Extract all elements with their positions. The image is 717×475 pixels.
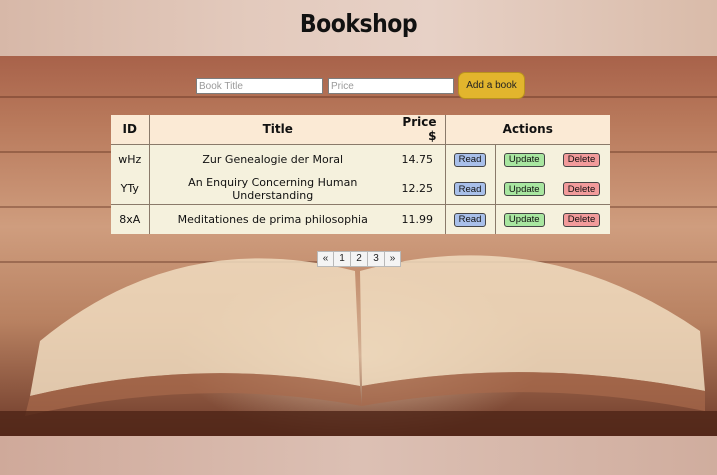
book-price: 12.25: [396, 174, 446, 204]
update-button[interactable]: Update: [503, 182, 545, 196]
footer-band: [0, 436, 717, 475]
delete-button[interactable]: Delete: [562, 212, 601, 227]
book-title-input[interactable]: [196, 78, 323, 94]
open-book-background-image: [0, 56, 717, 436]
books-table: ID Title Price $ Actions wHz Zur Genealo…: [111, 115, 610, 234]
column-header-actions: Actions: [445, 115, 610, 145]
pagination-next[interactable]: »: [384, 251, 401, 267]
pagination-prev[interactable]: «: [317, 251, 334, 267]
price-input[interactable]: [328, 78, 454, 94]
column-header-title: Title: [149, 115, 396, 145]
table-row: YTy An Enquiry Concerning Human Understa…: [111, 174, 610, 204]
table-row: 8xA Meditationes de prima philosophia 11…: [111, 203, 610, 234]
table-row: wHz Zur Genealogie der Moral 14.75 Read …: [111, 143, 610, 174]
update-button[interactable]: Update: [503, 212, 545, 227]
column-header-id: ID: [111, 115, 150, 145]
read-button[interactable]: Read: [453, 152, 487, 167]
read-button[interactable]: Read: [453, 182, 487, 196]
book-price: 11.99: [396, 203, 446, 234]
delete-button[interactable]: Delete: [562, 152, 601, 167]
book-title: An Enquiry Concerning Human Understandin…: [149, 174, 396, 204]
pagination-page-3[interactable]: 3: [367, 251, 385, 267]
open-book-illustration: [0, 255, 717, 436]
pagination: « 1 2 3 »: [317, 251, 401, 267]
book-title: Meditationes de prima philosophia: [149, 203, 396, 234]
delete-button[interactable]: Delete: [562, 182, 601, 196]
book-id: YTy: [111, 174, 150, 204]
add-book-button[interactable]: Add a book: [458, 72, 525, 99]
pagination-page-1[interactable]: 1: [333, 251, 351, 267]
page-title: Bookshop: [299, 10, 418, 39]
column-header-price: Price $: [396, 115, 446, 145]
book-price: 14.75: [396, 143, 446, 174]
book-id: 8xA: [111, 203, 150, 234]
update-button[interactable]: Update: [503, 152, 545, 167]
read-button[interactable]: Read: [453, 212, 487, 227]
table-header-row: ID Title Price $ Actions: [111, 115, 610, 145]
pagination-page-2[interactable]: 2: [350, 251, 368, 267]
book-id: wHz: [111, 143, 150, 174]
book-title: Zur Genealogie der Moral: [149, 143, 396, 174]
